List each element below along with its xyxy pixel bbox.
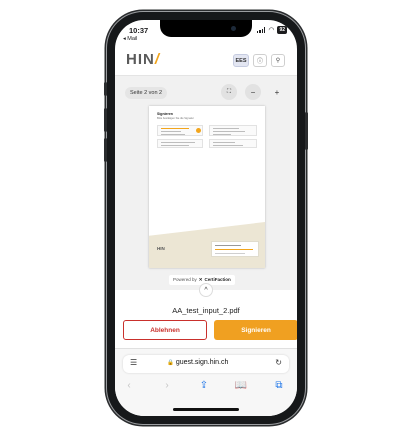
browser-toolbar: ☰ 🔒 guest.sign.hin.ch ↻ ‹ › ⇪ 📖 ⧉ — [115, 348, 297, 416]
document-badge-icon — [196, 128, 201, 133]
lock-icon: 🔒 — [167, 360, 174, 366]
app-header: HIN/ EES ⓘ ⚲ — [115, 46, 297, 76]
pdf-viewer[interactable]: Seite 2 von 2 ⛶ − + Signieren Bitte best… — [115, 76, 297, 290]
fit-screen-icon[interactable]: ⛶ — [221, 84, 237, 100]
file-name: AA_test_input_2.pdf — [172, 306, 240, 315]
chevron-up-icon[interactable]: ^ — [199, 283, 213, 297]
phone-screen: 10:37 ◂ Mail ◠ 92 HIN/ EES ⓘ ⚲ Seite 2 v… — [115, 20, 297, 416]
decline-button[interactable]: Ablehnen — [123, 320, 207, 340]
document-page-thumbnail: Signieren Bitte bestätigen Sie die Signa… — [149, 106, 265, 268]
address-bar[interactable]: ☰ 🔒 guest.sign.hin.ch ↻ — [123, 355, 289, 373]
language-button[interactable]: EES — [233, 54, 249, 67]
logo-text: HIN — [126, 51, 155, 68]
zoom-in-button[interactable]: + — [269, 84, 285, 100]
zoom-out-button[interactable]: − — [245, 84, 261, 100]
phone-volume-up-button — [104, 108, 107, 132]
document-info-card — [157, 139, 203, 148]
share-icon[interactable]: ⇪ — [196, 380, 212, 391]
url-text: guest.sign.hin.ch — [175, 359, 229, 366]
status-icons: ◠ 92 — [256, 26, 287, 34]
bookmarks-icon[interactable]: 📖 — [233, 380, 249, 391]
battery-icon: 92 — [277, 26, 287, 34]
sign-button[interactable]: Signieren — [214, 320, 297, 340]
forward-icon[interactable]: › — [159, 380, 175, 391]
phone-mute-switch — [104, 82, 107, 96]
document-subtitle: Bitte bestätigen Sie die Signatur — [157, 117, 194, 120]
page-menu-icon[interactable]: ☰ — [130, 358, 137, 367]
home-indicator — [173, 408, 239, 411]
signal-icon — [256, 27, 266, 33]
hin-logo[interactable]: HIN/ — [126, 51, 160, 68]
url-display: 🔒 guest.sign.hin.ch — [167, 359, 228, 366]
notch — [160, 20, 252, 37]
reload-icon[interactable]: ↻ — [275, 358, 282, 367]
user-icon[interactable]: ⚲ — [271, 54, 285, 67]
status-time: 10:37 — [129, 26, 149, 35]
document-signer-card — [209, 125, 257, 136]
document-title: Signieren — [157, 112, 173, 116]
page-indicator: Seite 2 von 2 — [125, 87, 168, 99]
info-icon[interactable]: ⓘ — [253, 54, 267, 67]
back-icon[interactable]: ‹ — [121, 380, 137, 391]
back-to-mail-link[interactable]: ◂ Mail — [123, 36, 137, 42]
logo-slash-icon: / — [154, 51, 161, 68]
tabs-icon[interactable]: ⧉ — [271, 380, 287, 391]
document-hin-logo: HIN — [157, 246, 165, 251]
camera-icon — [231, 26, 236, 31]
powered-by-text: Powered by — [173, 277, 197, 282]
document-signature-box — [211, 241, 259, 257]
phone-power-button — [305, 112, 308, 150]
document-info-card — [209, 139, 257, 148]
wifi-icon: ◠ — [268, 26, 275, 34]
phone-volume-down-button — [104, 138, 107, 162]
